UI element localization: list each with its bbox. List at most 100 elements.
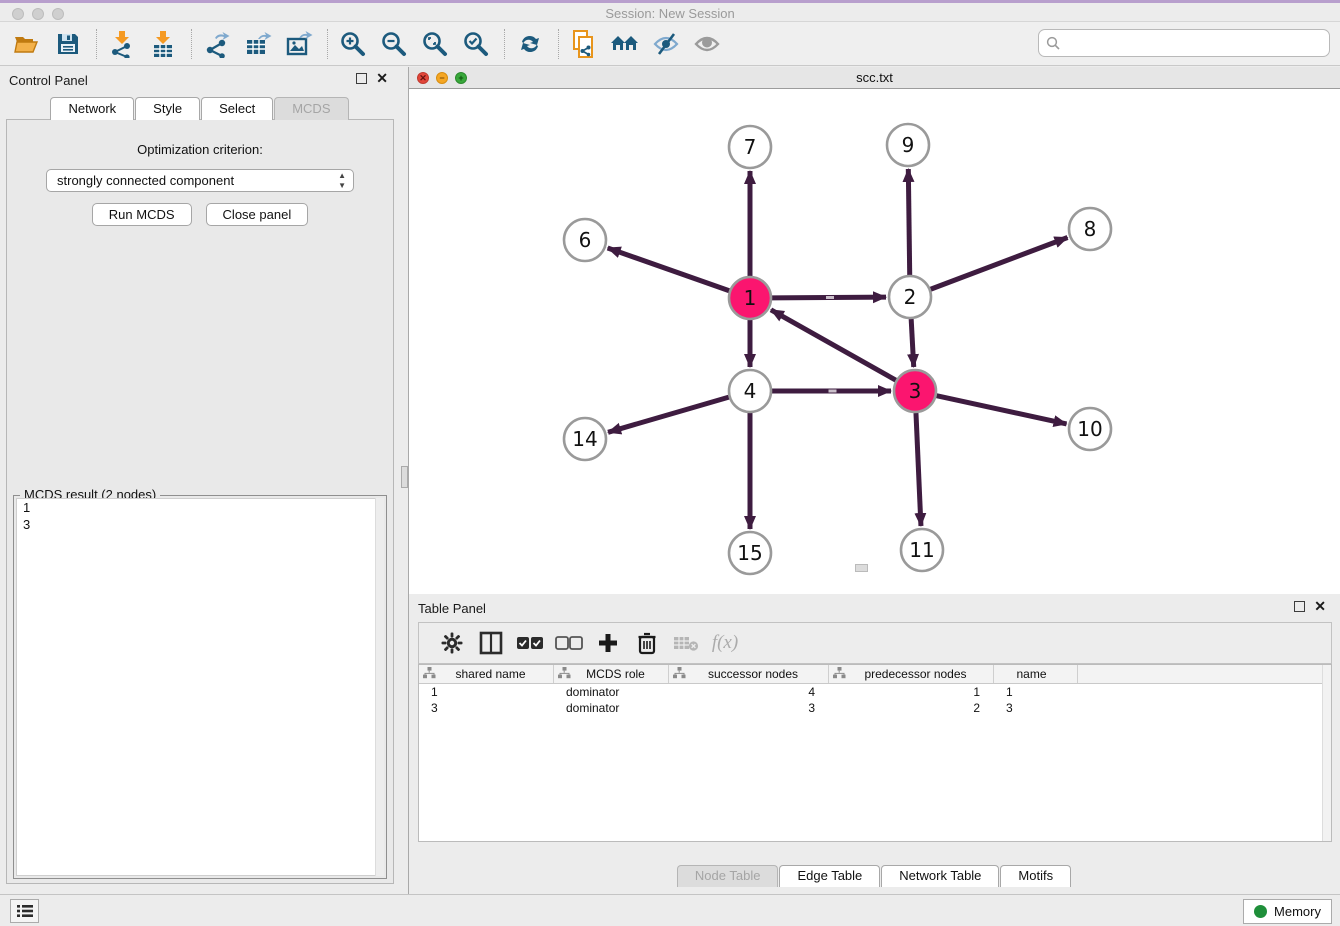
task-history-button[interactable] (10, 899, 39, 923)
float-table-panel-icon[interactable] (1294, 601, 1305, 612)
toolbar-separator (558, 29, 559, 59)
node-label: 10 (1077, 417, 1102, 441)
cell-name[interactable]: 3 (994, 700, 1078, 716)
float-panel-icon[interactable] (356, 73, 367, 84)
edge-2-8[interactable] (931, 237, 1068, 289)
cell-successor-nodes[interactable]: 4 (669, 684, 829, 700)
save-session-icon[interactable] (53, 29, 83, 59)
edge-3-11[interactable] (916, 413, 921, 526)
node-15[interactable]: 15 (729, 532, 771, 574)
home-panes-icon[interactable] (610, 29, 640, 59)
close-panel-icon[interactable]: ✕ (376, 73, 388, 84)
column-header-shared-name[interactable]: shared name (419, 665, 554, 683)
node-7[interactable]: 7 (729, 126, 771, 168)
criterion-dropdown[interactable]: strongly connected component ▲▼ (46, 169, 354, 192)
cell-predecessor-nodes[interactable]: 2 (829, 700, 994, 716)
refresh-layout-icon[interactable] (515, 29, 545, 59)
node-label: 3 (909, 379, 922, 403)
node-6[interactable]: 6 (564, 219, 606, 261)
select-all-checks-icon[interactable] (513, 628, 547, 658)
control-panel: Control Panel ✕ NetworkStyleSelectMCDS O… (0, 67, 400, 894)
memory-button[interactable]: Memory (1243, 899, 1332, 924)
node-2[interactable]: 2 (889, 276, 931, 318)
node-3[interactable]: 3 (894, 370, 936, 412)
edge-3-10[interactable] (936, 396, 1066, 424)
network-window-titlebar[interactable]: ✕ − + scc.txt (409, 67, 1340, 89)
zoom-out-icon[interactable] (379, 29, 409, 59)
column-header-successor-nodes[interactable]: successor nodes (669, 665, 829, 683)
cell-shared-name[interactable]: 1 (419, 684, 554, 700)
tab-motifs[interactable]: Motifs (1000, 865, 1071, 887)
tree-hierarchy-icon (558, 667, 571, 682)
open-file-icon[interactable] (12, 29, 42, 59)
close-table-panel-icon[interactable]: ✕ (1314, 601, 1326, 612)
hide-panel-icon[interactable] (651, 29, 681, 59)
vertical-splitter[interactable] (400, 67, 409, 894)
split-columns-icon[interactable] (474, 628, 508, 658)
node-10[interactable]: 10 (1069, 408, 1111, 450)
node-14[interactable]: 14 (564, 418, 606, 460)
dropdown-stepper-icon: ▲▼ (338, 171, 346, 191)
run-mcds-button[interactable]: Run MCDS (92, 203, 192, 226)
app-window: Session: New Session (0, 0, 1340, 926)
zoom-in-icon[interactable] (338, 29, 368, 59)
node-4[interactable]: 4 (729, 370, 771, 412)
edge-3-1[interactable] (771, 310, 896, 380)
tab-mcds[interactable]: MCDS (274, 97, 348, 120)
column-label: successor nodes (686, 667, 828, 681)
export-image-icon[interactable] (284, 29, 314, 59)
clone-network-icon[interactable] (569, 29, 599, 59)
edge-1-6[interactable] (608, 248, 730, 291)
tab-node-table[interactable]: Node Table (677, 865, 779, 887)
result-line: 3 (17, 516, 383, 533)
node-9[interactable]: 9 (887, 124, 929, 166)
node-8[interactable]: 8 (1069, 208, 1111, 250)
import-network-icon[interactable] (107, 29, 137, 59)
function-label: f(x) (712, 632, 738, 654)
search-box[interactable] (1038, 29, 1330, 57)
edge-4-14[interactable] (608, 397, 729, 432)
cell-successor-nodes[interactable]: 3 (669, 700, 829, 716)
column-header-name[interactable]: name (994, 665, 1078, 683)
cell-shared-name[interactable]: 3 (419, 700, 554, 716)
node-11[interactable]: 11 (901, 529, 943, 571)
delete-column-icon[interactable] (630, 628, 664, 658)
search-input[interactable] (1061, 32, 1329, 54)
mcds-result-list[interactable]: 13 (16, 498, 384, 876)
node-1[interactable]: 1 (729, 277, 771, 319)
horizontal-splitter-grip[interactable] (855, 564, 868, 572)
cell-mcds-role[interactable]: dominator (554, 684, 669, 700)
result-scrollbar[interactable] (375, 498, 384, 876)
column-header-mcds-role[interactable]: MCDS role (554, 665, 669, 683)
vertical-splitter-grip[interactable] (401, 466, 408, 488)
column-header-predecessor-nodes[interactable]: predecessor nodes (829, 665, 994, 683)
tab-network[interactable]: Network (50, 97, 134, 120)
deselect-all-checks-icon[interactable] (552, 628, 586, 658)
cell-predecessor-nodes[interactable]: 1 (829, 684, 994, 700)
main-toolbar (0, 22, 1340, 66)
import-table-icon[interactable] (148, 29, 178, 59)
delete-table-icon (669, 628, 703, 658)
tab-edge-table[interactable]: Edge Table (779, 865, 880, 887)
show-panel-icon[interactable] (692, 29, 722, 59)
column-label: shared name (436, 667, 553, 681)
table-row[interactable]: 3dominator323 (419, 700, 1331, 716)
cell-mcds-role[interactable]: dominator (554, 700, 669, 716)
network-canvas[interactable]: 7 9 6 8 1 2 4 3 14 10 15 11 (409, 89, 1340, 594)
zoom-fit-icon[interactable] (420, 29, 450, 59)
table-scrollbar[interactable] (1322, 665, 1331, 841)
edge-2-3[interactable] (911, 319, 914, 367)
close-panel-button[interactable]: Close panel (206, 203, 309, 226)
add-column-icon[interactable] (591, 628, 625, 658)
cell-name[interactable]: 1 (994, 684, 1078, 700)
edge-2-9[interactable] (908, 169, 909, 275)
tab-network-table[interactable]: Network Table (881, 865, 999, 887)
export-table-icon[interactable] (243, 29, 273, 59)
table-row[interactable]: 1dominator411 (419, 684, 1331, 700)
tab-style[interactable]: Style (135, 97, 200, 120)
tab-select[interactable]: Select (201, 97, 273, 120)
tree-hierarchy-icon (833, 667, 846, 682)
zoom-selected-icon[interactable] (461, 29, 491, 59)
export-network-icon[interactable] (202, 29, 232, 59)
gear-icon[interactable] (435, 628, 469, 658)
